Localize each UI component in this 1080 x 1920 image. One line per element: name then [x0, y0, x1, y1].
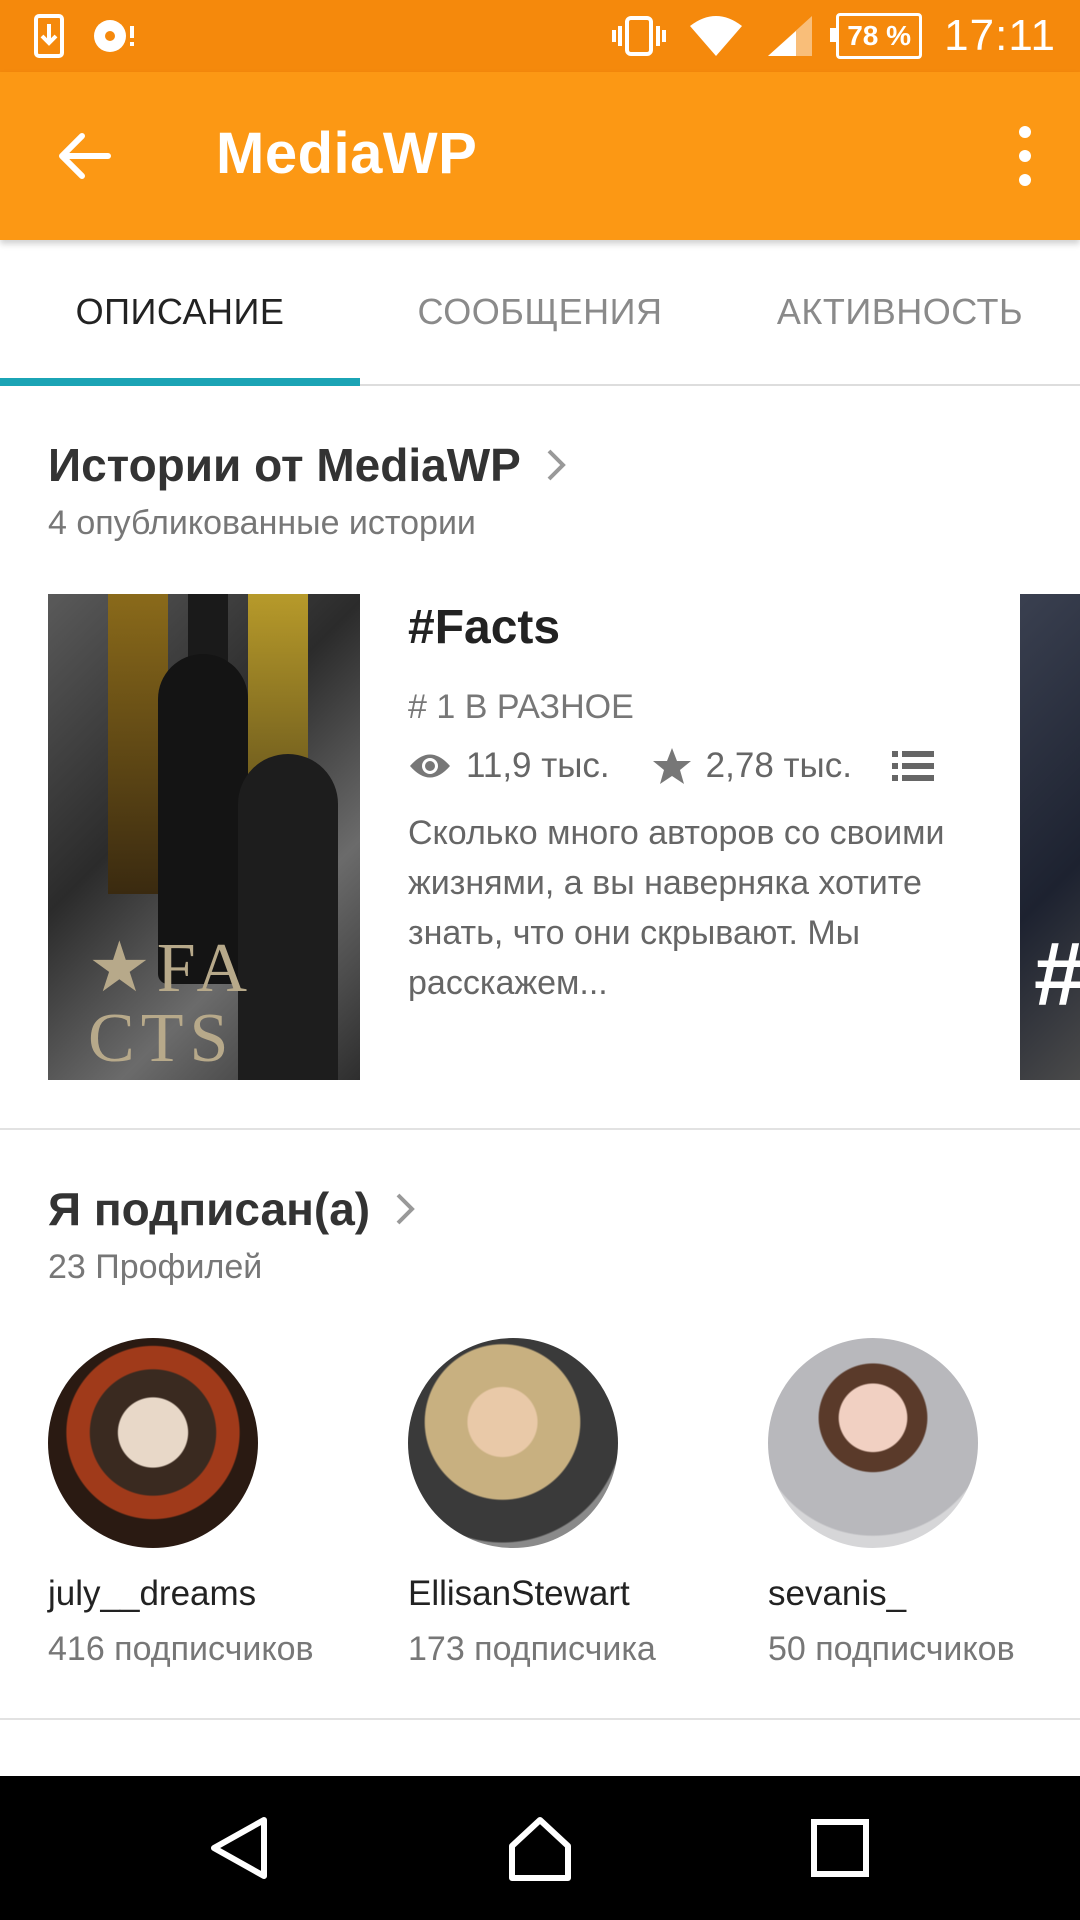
more-vert-icon[interactable] — [1010, 124, 1040, 188]
reads-count: 11,9 тыс. — [466, 746, 610, 785]
tab-messages[interactable]: СООБЩЕНИЯ — [360, 240, 720, 384]
profile-followers: 173 подписчика — [408, 1630, 656, 1668]
profile-followers: 416 подписчиков — [48, 1630, 314, 1668]
next-story-cover[interactable]: # — [1020, 594, 1080, 1080]
star-icon — [652, 748, 691, 784]
tab-description[interactable]: ОПИСАНИЕ — [0, 240, 360, 384]
wifi-icon — [690, 16, 743, 56]
story-description: Сколько много авторов со своими жизнями,… — [408, 814, 945, 1002]
story-cover[interactable]: ★FA CTS — [48, 594, 360, 1080]
chevron-right-icon — [547, 449, 566, 481]
profile-name: july__dreams — [48, 1574, 257, 1613]
story-stats: 11,9 тыс. 2,78 тыс. — [408, 746, 934, 786]
home-icon[interactable] — [504, 1812, 576, 1884]
tab-activity[interactable]: АКТИВНОСТЬ — [720, 240, 1080, 384]
vibrate-icon — [612, 16, 667, 56]
battery-level: 78 % — [847, 20, 912, 51]
app-title: MediaWP — [216, 121, 478, 186]
usb-download-icon — [34, 14, 64, 58]
battery-indicator: 78 % — [830, 13, 923, 59]
section-divider — [0, 1718, 1080, 1720]
media-icon — [94, 20, 134, 52]
recents-icon[interactable] — [804, 1812, 876, 1884]
votes-stat: 2,78 тыс. — [652, 746, 852, 786]
system-nav-bar — [0, 1776, 1080, 1920]
status-bar: 78 % 17:11 — [0, 0, 1080, 72]
profile-card[interactable]: sevanis_ 50 подписчиков — [768, 1338, 1080, 1669]
cover-title: ★FA CTS — [88, 930, 254, 1077]
stories-title: Истории от MediaWP — [48, 439, 521, 491]
stories-count: 4 опубликованные истории — [48, 504, 476, 542]
tab-indicator — [0, 378, 360, 386]
section-divider — [0, 1128, 1080, 1130]
list-icon[interactable] — [891, 749, 934, 783]
app-bar: MediaWP — [0, 72, 1080, 240]
profile-name: EllisanStewart — [408, 1574, 630, 1613]
next-cover-text: # — [1034, 925, 1080, 1025]
profile-followers: 50 подписчиков — [768, 1630, 1015, 1668]
clock: 17:11 — [944, 11, 1056, 60]
votes-count: 2,78 тыс. — [705, 746, 852, 785]
chevron-right-icon — [396, 1193, 415, 1225]
following-count: 23 Профилей — [48, 1248, 263, 1286]
avatar[interactable] — [408, 1338, 618, 1548]
back-triangle-icon[interactable] — [204, 1812, 276, 1884]
profile-name: sevanis_ — [768, 1574, 907, 1613]
arrow-left-icon[interactable] — [54, 126, 114, 186]
following-header[interactable]: Я подписан(а) — [48, 1182, 416, 1236]
story-rank: # 1 В РАЗНОЕ — [408, 688, 634, 726]
profile-card[interactable]: EllisanStewart 173 подписчика — [408, 1338, 738, 1669]
story-title[interactable]: #Facts — [408, 600, 560, 655]
following-title: Я подписан(а) — [48, 1183, 371, 1235]
tab-bar: ОПИСАНИЕ СООБЩЕНИЯ АКТИВНОСТЬ — [0, 240, 1080, 386]
eye-icon — [410, 754, 450, 778]
reads-stat: 11,9 тыс. — [408, 746, 610, 786]
signal-icon — [768, 16, 813, 56]
profile-card[interactable]: july__dreams 416 подписчиков — [48, 1338, 378, 1669]
avatar[interactable] — [48, 1338, 258, 1548]
avatar[interactable] — [768, 1338, 978, 1548]
stories-header[interactable]: Истории от MediaWP — [48, 438, 567, 492]
